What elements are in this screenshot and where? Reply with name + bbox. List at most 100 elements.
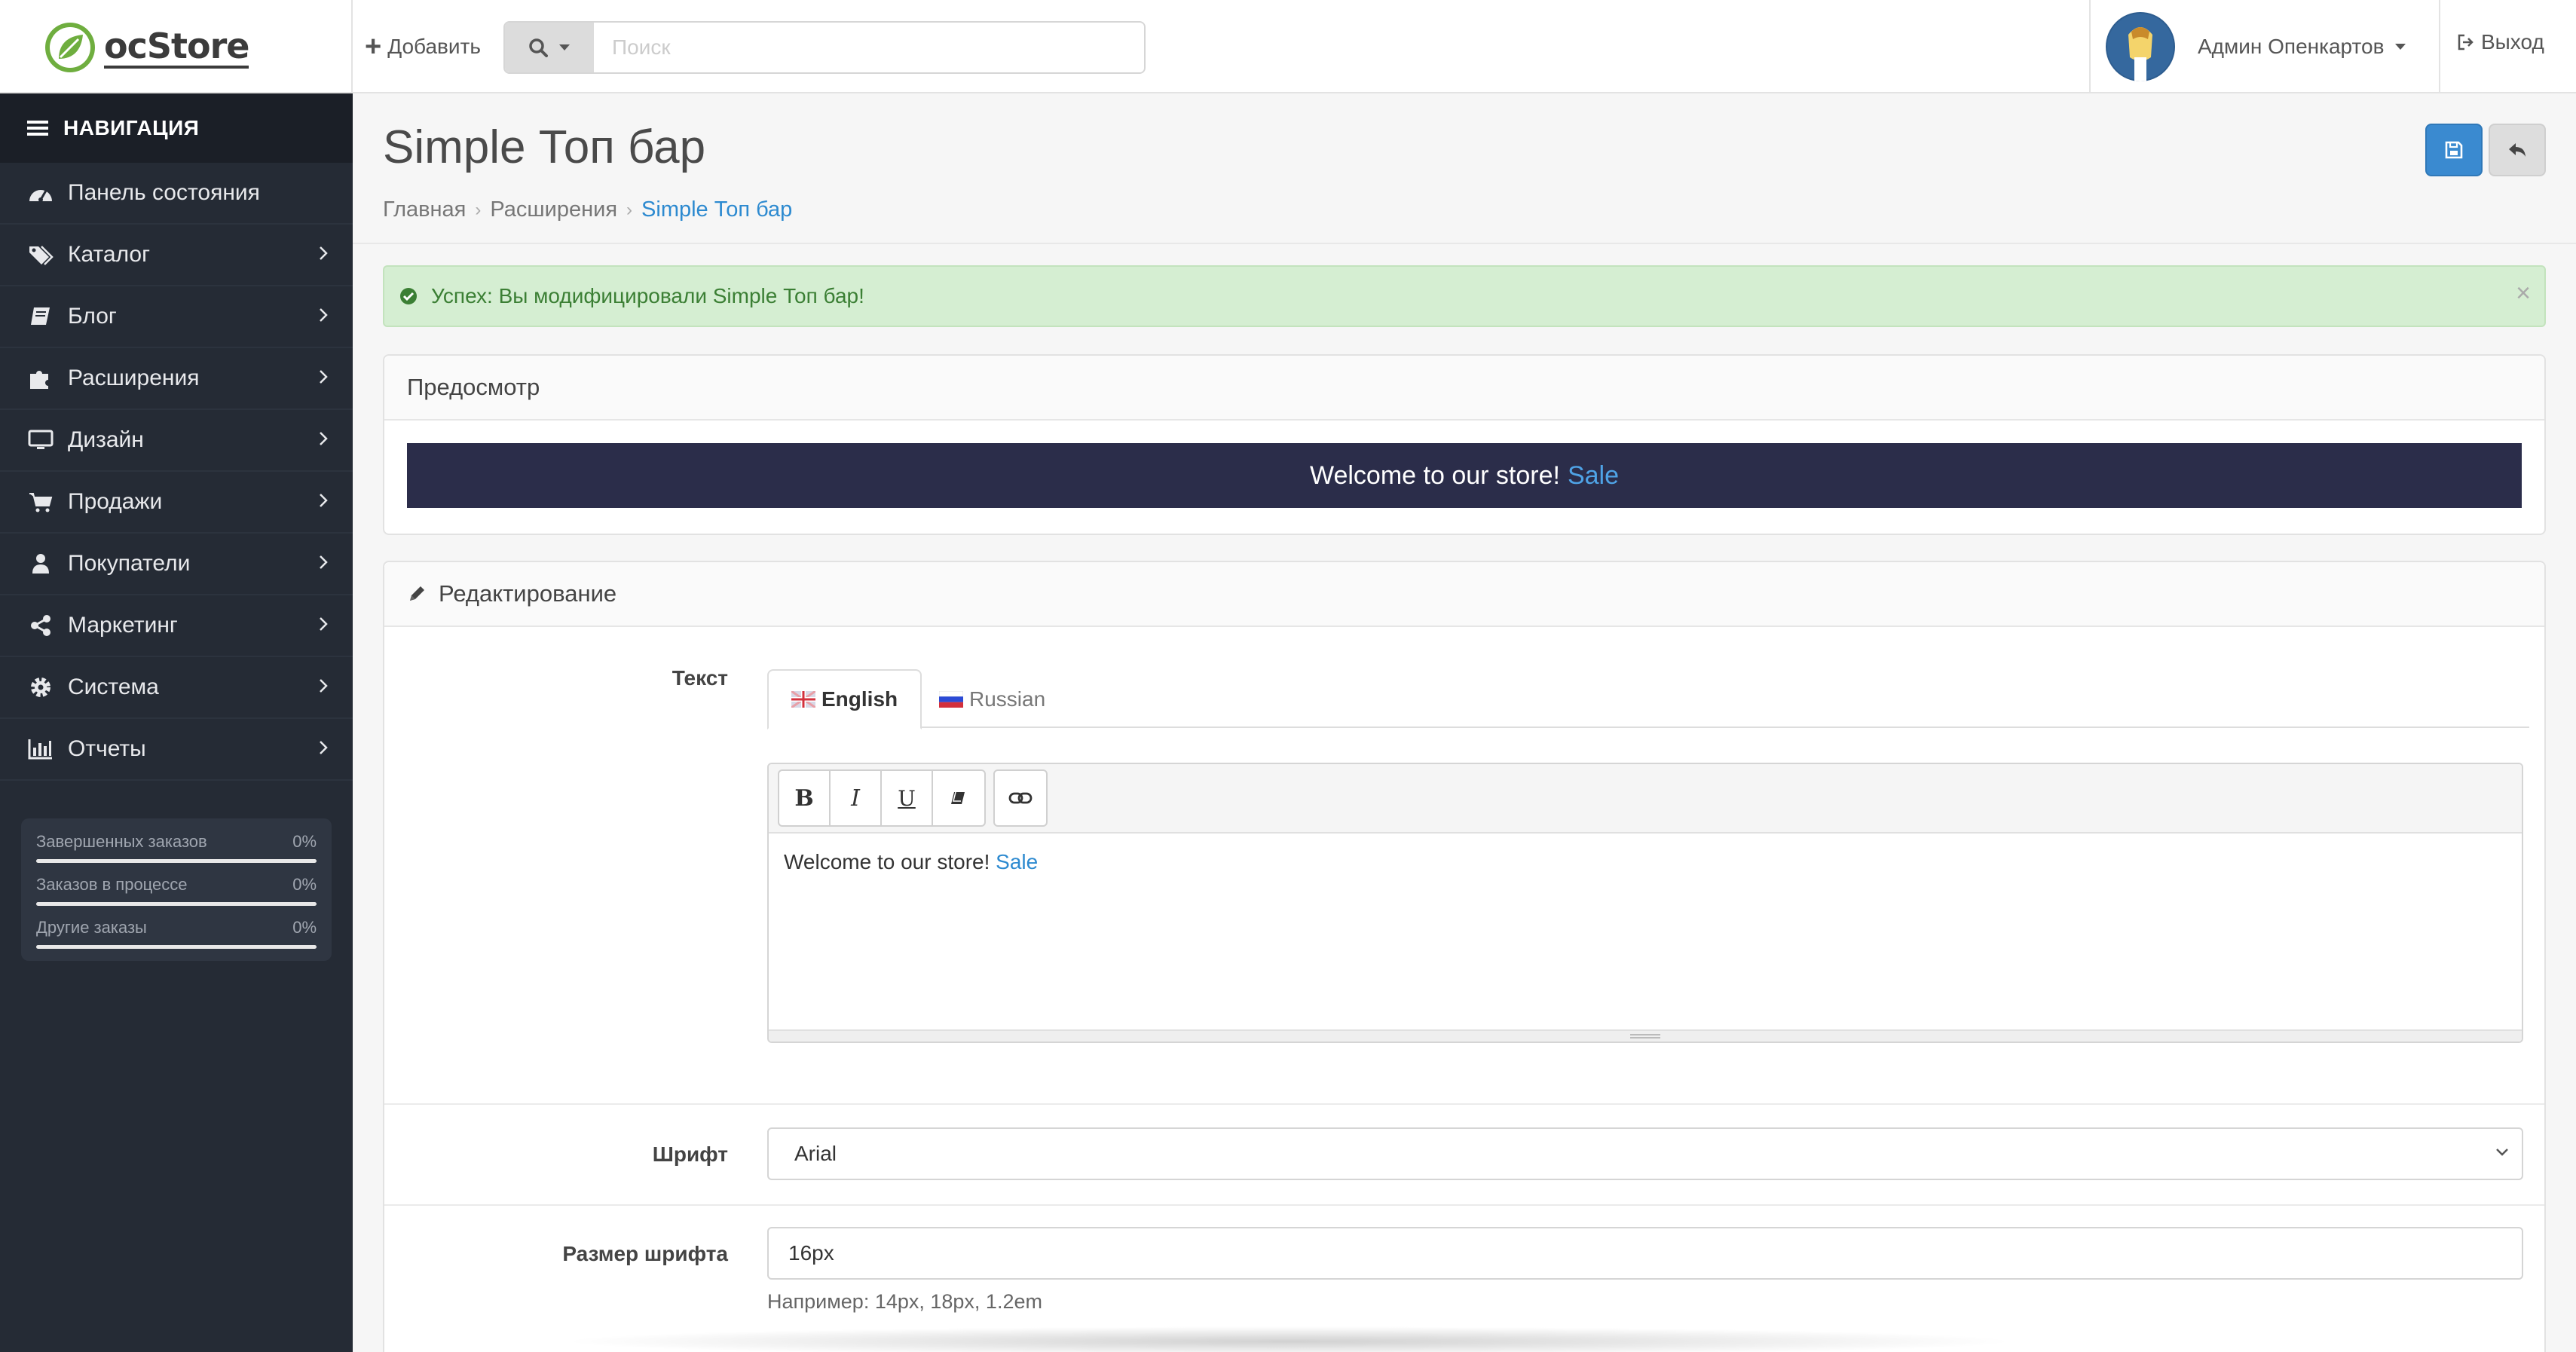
sidebar-item-dashboard[interactable]: Панель состояния <box>0 163 353 225</box>
search-group <box>503 21 1146 74</box>
floppy-disk-icon <box>2445 141 2463 159</box>
font-size-input[interactable] <box>767 1227 2523 1280</box>
editor-link[interactable]: Sale <box>996 850 1038 873</box>
sidebar-item-system[interactable]: Система <box>0 657 353 719</box>
chevron-right-icon <box>320 617 328 631</box>
sign-out-icon <box>2458 34 2474 50</box>
editor-text: Welcome to our store! <box>784 850 990 873</box>
progress-bar <box>36 859 317 863</box>
stat-label: Заказов в процессе <box>36 875 188 894</box>
tab-label: English <box>821 687 898 711</box>
topbar-preview: Welcome to our store! Sale <box>407 443 2522 508</box>
pencil-icon <box>410 586 424 601</box>
font-size-help: Например: 14px, 18px, 1.2em <box>767 1290 1042 1313</box>
edit-panel: Редактирование Текст English Russian B I… <box>383 561 2546 1352</box>
sidebar-item-extensions[interactable]: Расширения <box>0 348 353 410</box>
tab-label: Russian <box>969 687 1046 711</box>
form-divider <box>384 1103 2544 1105</box>
tab-russian[interactable]: Russian <box>916 669 1068 730</box>
chevron-right-icon <box>320 432 328 445</box>
caret-down-icon <box>2395 44 2406 50</box>
sidebar-item-label: Дизайн <box>68 427 144 452</box>
stat-label: Завершенных заказов <box>36 832 207 851</box>
sidebar-item-label: Каталог <box>68 242 151 267</box>
breadcrumb: Главная › Расширения › Simple Топ бар <box>383 197 792 222</box>
stat-value: 0% <box>292 832 317 851</box>
editor-resize-handle[interactable] <box>769 1029 2522 1042</box>
chevron-right-icon <box>320 741 328 754</box>
navigation-title: НАВИГАЦИЯ <box>63 116 200 139</box>
stat-other-orders: Другие заказы 0% <box>36 918 317 949</box>
sidebar-item-label: Продажи <box>68 489 163 514</box>
stat-value: 0% <box>292 875 317 894</box>
tags-icon <box>27 241 54 268</box>
chevron-right-icon <box>320 679 328 693</box>
edit-heading: Редактирование <box>384 562 2544 627</box>
plus-icon: + <box>365 31 382 63</box>
sidebar-item-label: Панель состояния <box>68 180 260 205</box>
logout-label: Выход <box>2481 30 2544 54</box>
cart-icon <box>27 488 54 515</box>
ocstore-logo[interactable]: ocStore <box>44 20 249 75</box>
breadcrumb-current[interactable]: Simple Топ бар <box>641 197 792 222</box>
language-tabs: English Russian <box>767 669 2529 730</box>
chevron-right-icon <box>320 370 328 384</box>
chevron-right-icon <box>320 308 328 322</box>
sidebar: НАВИГАЦИЯ Панель состояния Каталог Блог … <box>0 93 353 1352</box>
breadcrumb-home[interactable]: Главная <box>383 197 466 222</box>
underline-icon: U <box>898 785 916 811</box>
dashboard-icon <box>27 179 54 206</box>
share-icon <box>27 612 54 639</box>
scroll-shadow <box>558 1326 2020 1352</box>
order-stats: Завершенных заказов 0% Заказов в процесс… <box>21 818 332 961</box>
close-icon[interactable]: × <box>2516 280 2531 306</box>
clear-format-button[interactable] <box>933 771 984 825</box>
italic-button[interactable]: I <box>831 771 882 825</box>
sidebar-item-blog[interactable]: Блог <box>0 286 353 348</box>
link-group <box>993 769 1048 827</box>
success-alert: Успех: Вы модифицировали Simple Топ бар!… <box>383 265 2546 327</box>
preview-panel: Предосмотр Welcome to our store! Sale <box>383 354 2546 535</box>
sidebar-item-label: Расширения <box>68 366 200 390</box>
sidebar-item-marketing[interactable]: Маркетинг <box>0 595 353 657</box>
bold-button[interactable]: B <box>779 771 831 825</box>
user-menu[interactable]: Админ Опенкартов <box>2092 0 2406 93</box>
font-label: Шрифт <box>652 1142 728 1166</box>
search-icon <box>529 38 548 57</box>
editor-content[interactable]: Welcome to our store! Sale <box>769 834 2522 1028</box>
underline-button[interactable]: U <box>882 771 933 825</box>
form-divider <box>384 1204 2544 1206</box>
header-divider <box>2089 0 2091 93</box>
tab-english[interactable]: English <box>767 669 922 730</box>
preview-text: Welcome to our store! <box>1309 460 1560 490</box>
search-type-dropdown[interactable] <box>505 23 594 72</box>
breadcrumb-separator: › <box>626 199 633 220</box>
link-button[interactable] <box>995 771 1046 825</box>
font-select[interactable]: Arial <box>767 1127 2523 1180</box>
sidebar-item-design[interactable]: Дизайн <box>0 410 353 472</box>
breadcrumb-extensions[interactable]: Расширения <box>490 197 617 222</box>
leaf-logo-icon <box>45 23 95 72</box>
sidebar-item-customers[interactable]: Покупатели <box>0 534 353 595</box>
sidebar-item-sales[interactable]: Продажи <box>0 472 353 534</box>
preview-link[interactable]: Sale <box>1568 461 1619 491</box>
search-input[interactable] <box>594 23 1144 72</box>
check-circle-icon <box>400 288 417 304</box>
sidebar-item-catalog[interactable]: Каталог <box>0 225 353 286</box>
stat-value: 0% <box>292 918 317 937</box>
logo-text: ocStore <box>104 26 249 69</box>
add-button[interactable]: + Добавить <box>365 27 481 66</box>
preview-heading: Предосмотр <box>384 356 2544 421</box>
preview-heading-text: Предосмотр <box>407 374 540 400</box>
navigation-header[interactable]: НАВИГАЦИЯ <box>0 93 353 163</box>
save-button[interactable] <box>2425 124 2483 176</box>
chevron-down-icon <box>2496 1149 2508 1156</box>
bold-icon: B <box>794 785 814 812</box>
back-button[interactable] <box>2489 124 2546 176</box>
progress-bar <box>36 945 317 949</box>
avatar-image <box>2106 12 2175 81</box>
sidebar-item-reports[interactable]: Отчеты <box>0 719 353 781</box>
logout-button[interactable]: Выход <box>2457 30 2544 54</box>
stat-completed-orders: Завершенных заказов 0% <box>36 832 317 863</box>
uk-flag-icon <box>791 691 815 708</box>
